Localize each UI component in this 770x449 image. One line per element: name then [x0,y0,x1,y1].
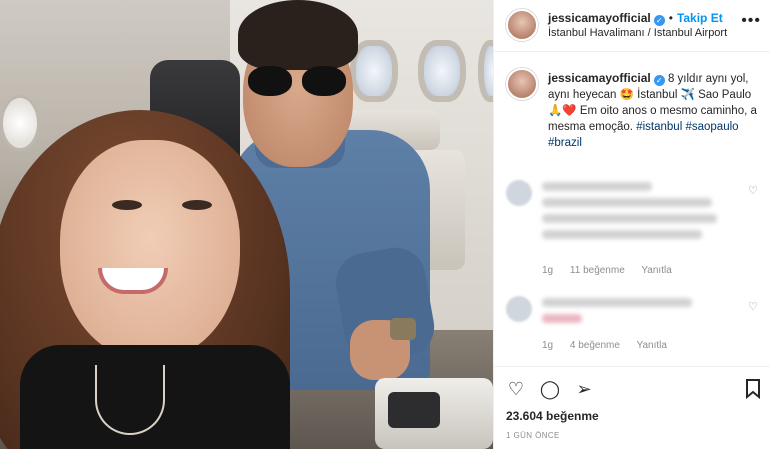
airplane-window [418,40,466,102]
blurred-text [542,314,582,323]
hashtag-link[interactable]: #saopaulo [685,121,738,133]
reply-button[interactable]: Yanıtla [641,265,671,276]
woman-face [60,140,240,360]
follow-button[interactable]: Takip Et [677,11,723,25]
comment-meta: 1g 4 beğenme Yanıtla [542,340,681,351]
posted-time: 1 GÜN ÖNCE [506,431,560,440]
blurred-text [542,182,652,191]
likes-count[interactable]: 23.604 beğenme [506,409,599,423]
hashtag-link[interactable]: #brazil [548,137,582,149]
hashtag-link[interactable]: #istanbul [636,121,682,133]
necklace [95,365,165,435]
woman-eye [112,200,142,210]
comment-likes[interactable]: 11 beğenme [570,265,625,276]
sunglasses [248,66,348,96]
post-photo[interactable] [0,0,493,449]
comment: ♡ 1g 11 beğenme Yanıtla [506,180,766,280]
heart-icon[interactable]: ♡ [504,379,528,403]
blurred-text [542,214,717,223]
avatar[interactable] [506,9,538,41]
wristwatch [390,318,416,340]
paper-plane-icon[interactable]: ➢ [572,379,596,403]
comment: ♡ 1g 4 beğenme Yanıtla [506,296,766,356]
comment-likes[interactable]: 4 beğenme [570,340,620,351]
avatar[interactable] [506,296,532,322]
username-link[interactable]: jessicamayofficial [548,71,651,85]
caption-text: jessicamayofficial ✓ 8 yıldır aynı yol, a… [548,70,763,151]
heart-icon[interactable]: ♡ [748,300,758,313]
verified-check-icon: ✓ [653,15,665,26]
post-actions: ♡ ◯ ➢ 23.604 beğenme 1 GÜN ÖNCE [494,366,770,449]
post-side-panel: jessicamayofficial ✓ • Takip Et İstanbul Ha… [493,0,770,449]
blurred-text [542,298,692,307]
comment-bubble-icon[interactable]: ◯ [538,379,562,403]
woman-eye [182,200,212,210]
man-hair [238,0,358,70]
cabin-light [0,95,40,151]
heart-icon[interactable]: ♡ [748,184,758,197]
airplane-window [478,40,493,102]
seat-control [388,392,440,428]
verified-check-icon: ✓ [653,75,665,86]
bookmark-icon[interactable] [741,379,765,403]
separator-dot: • [668,11,673,25]
blurred-text [542,198,712,207]
header-line: jessicamayofficial ✓ • Takip Et [548,11,723,26]
comment-time: 1g [542,340,554,351]
post-header: jessicamayofficial ✓ • Takip Et İstanbul Ha… [494,0,770,52]
avatar[interactable] [506,68,538,100]
comment-meta: 1g 11 beğenme Yanıtla [542,265,686,276]
location-link[interactable]: İstanbul Havalimanı / Istanbul Airport [548,27,727,39]
blurred-text [542,230,702,239]
username-link[interactable]: jessicamayofficial [548,11,651,25]
more-dots-icon[interactable]: ••• [741,12,761,30]
avatar[interactable] [506,180,532,206]
reply-button[interactable]: Yanıtla [637,340,667,351]
comment-time: 1g [542,265,554,276]
